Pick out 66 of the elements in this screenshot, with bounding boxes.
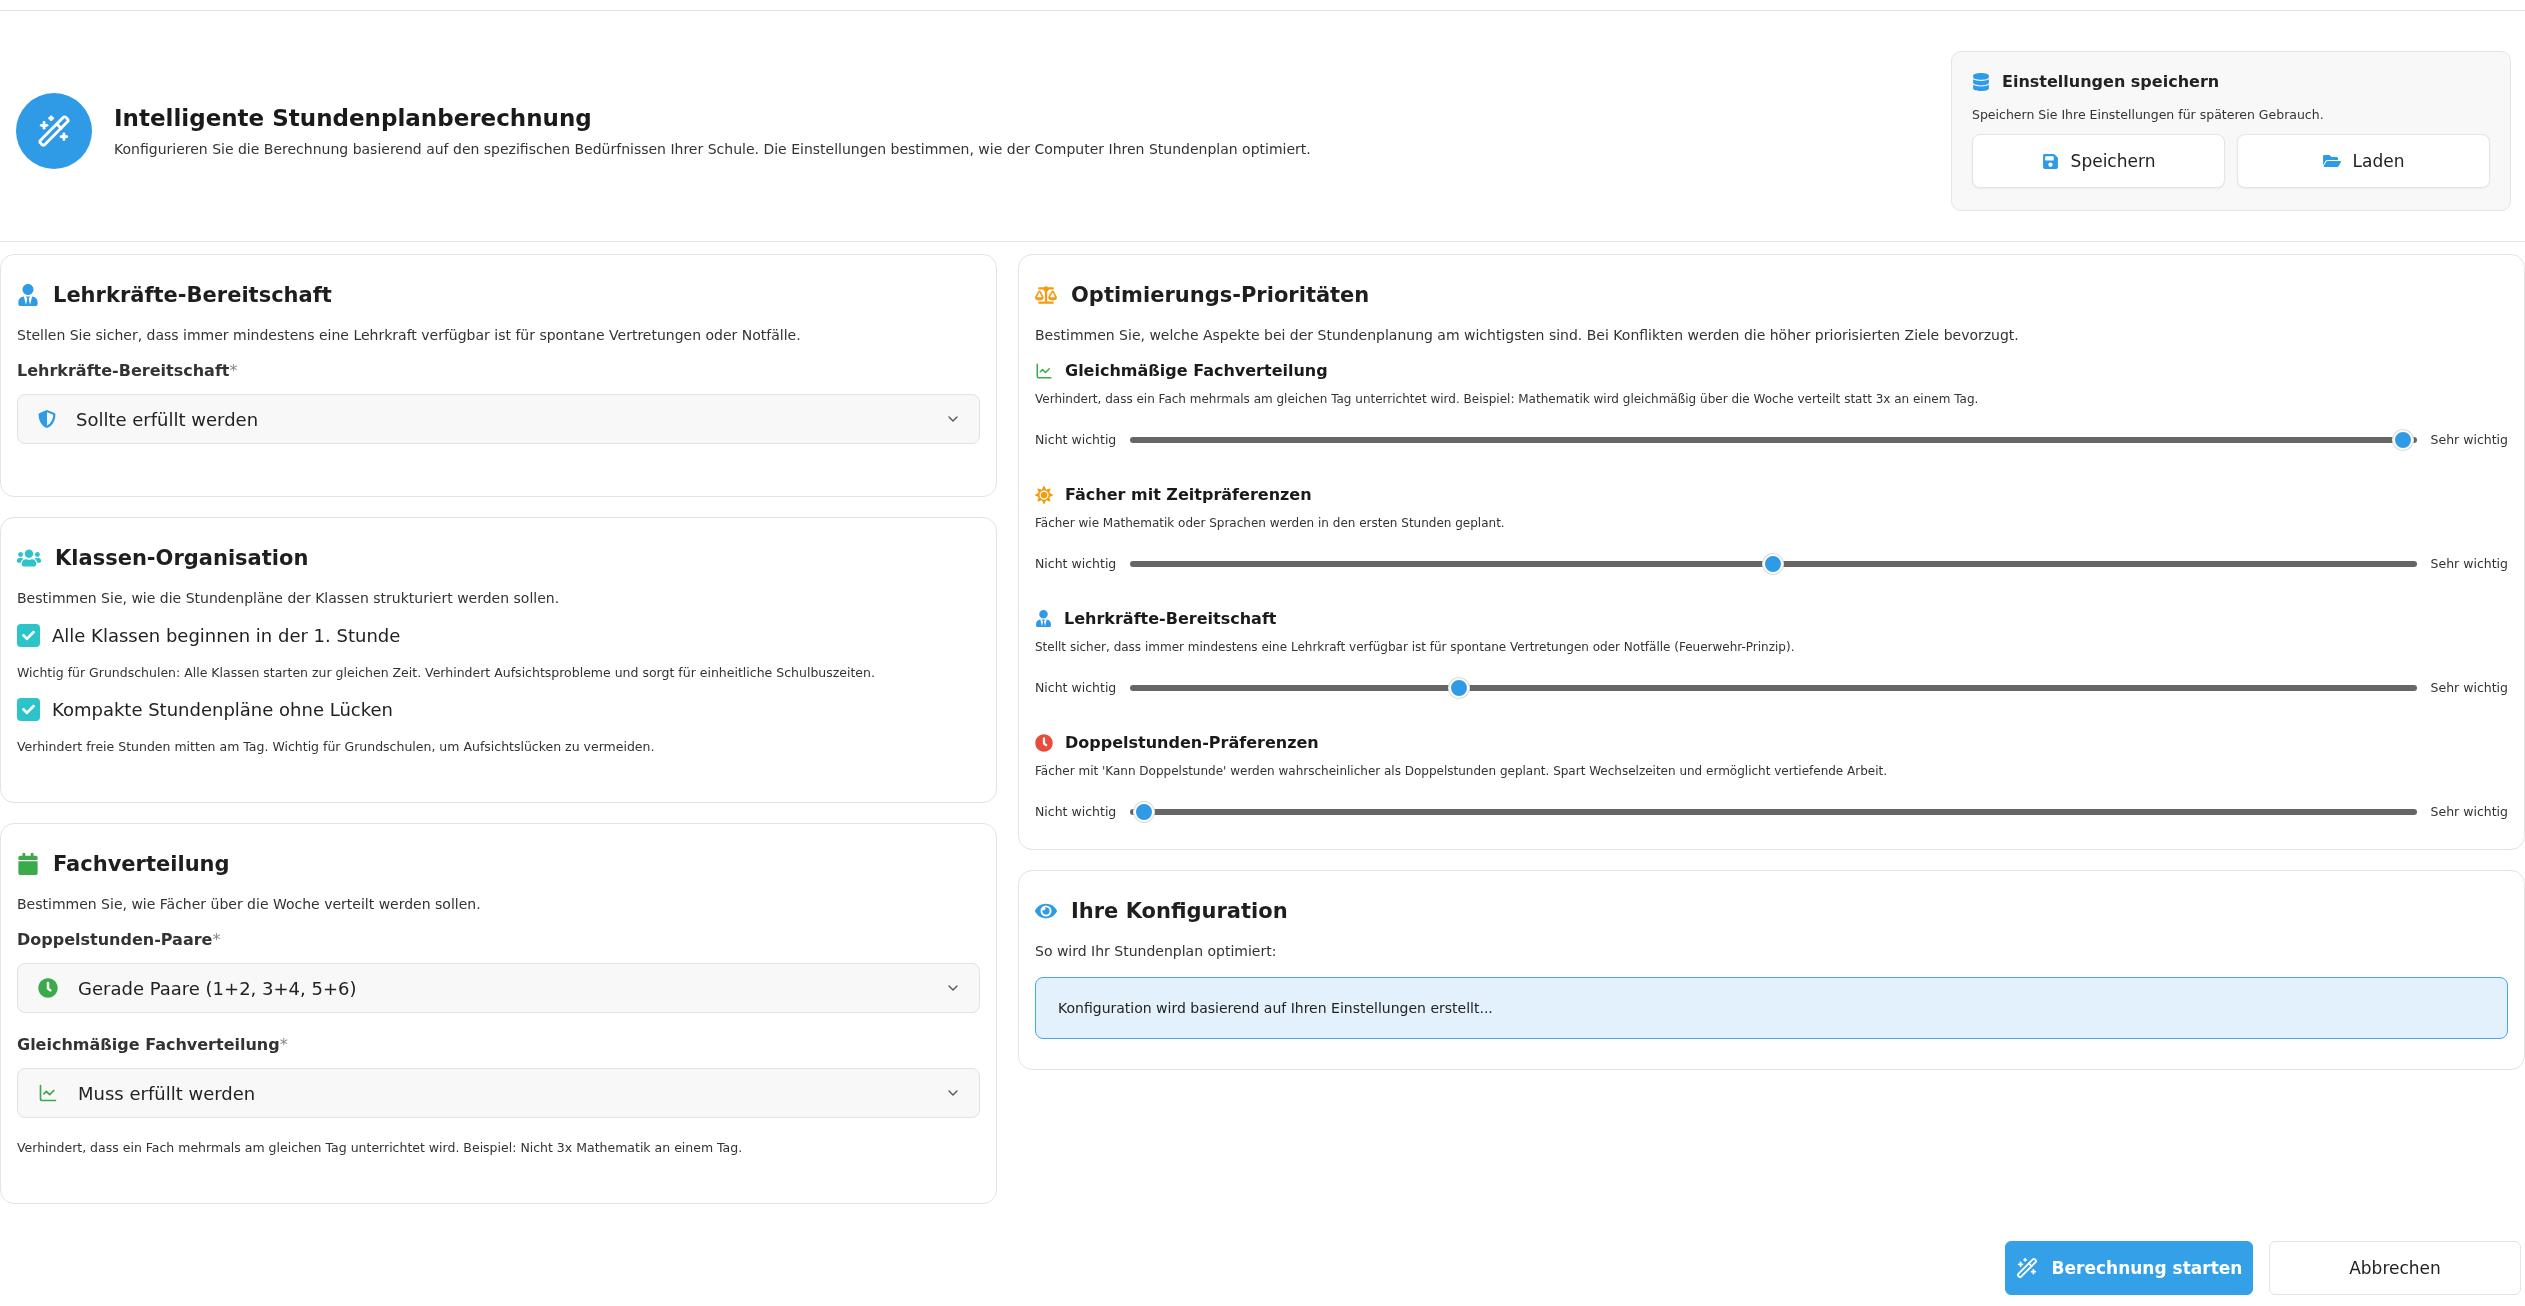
info-message: Konfiguration wird basierend auf Ihren Einstellungen erstellt... [1035, 977, 2508, 1039]
slider-min-label: Nicht wichtig [1035, 680, 1117, 695]
line-chart-icon [1035, 361, 1053, 380]
field-label: Gleichmäßige Fachverteilung* [17, 1035, 289, 1054]
slider-max-label: Sehr wichtig [2430, 804, 2508, 819]
scale-icon [1035, 284, 1057, 306]
card-title: Optimierungs-Prioritäten [1071, 283, 1370, 307]
card-description: Bestimmen Sie, welche Aspekte bei der Stundenplanung am wichtigsten sind. Bei Konflikten werden die höher priorisierten Ziele bevorzugt. [1035, 327, 2020, 343]
page-title: Intelligente Stundenplanberechnung [114, 105, 593, 131]
save-button[interactable]: Speichern [1972, 134, 2225, 188]
field-label: Lehrkräfte-Bereitschaft* [17, 361, 239, 380]
priority-description: Fächer mit 'Kann Doppelstunde' werden wahrscheinlicher als Doppelstunden geplant. Spart Wechselzeiten und ermöglicht vertiefende Arbeit. [1035, 764, 1889, 778]
card-title: Ihre Konfiguration [1071, 899, 1288, 923]
field-hint: Verhindert, dass ein Fach mehrmals am gleichen Tag unterrichtet wird. Beispiel: Nicht 3x Mathematik an einem Tag. [17, 1140, 744, 1155]
sun-icon [1035, 485, 1053, 504]
line-chart-icon [38, 1083, 58, 1103]
card-description: So wird Ihr Stundenplan optimiert: [1035, 943, 1278, 959]
select-field[interactable]: Muss erfüllt werden [17, 1068, 980, 1118]
person-icon [17, 284, 39, 306]
slider-max-label: Sehr wichtig [2430, 432, 2508, 447]
slider-max-label: Sehr wichtig [2430, 556, 2508, 571]
folder-icon [2322, 152, 2341, 170]
priority-description: Stellt sicher, dass immer mindestens eine Lehrkraft verfügbar ist für spontane Vertretungen oder Notfälle (Feuerwehr-Prinzip). [1035, 640, 1796, 654]
select-field[interactable]: Gerade Paare (1+2, 3+4, 5+6) [17, 963, 980, 1013]
wand-icon [2015, 1257, 2038, 1279]
checkbox[interactable] [17, 624, 40, 647]
calendar-icon [17, 853, 39, 875]
card-description: Bestimmen Sie, wie die Stundenpläne der Klassen strukturiert werden sollen. [17, 590, 561, 606]
slider-thumb[interactable] [1134, 801, 1155, 822]
database-icon [1972, 72, 1990, 91]
card-title: Klassen-Organisation [55, 546, 309, 570]
card-title: Lehrkräfte-Bereitschaft [53, 283, 332, 307]
checkbox-label: Alle Klassen beginnen in der 1. Stunde [52, 625, 401, 646]
priority-description: Fächer wie Mathematik oder Sprachen werden in den ersten Stunden geplant. [1035, 516, 1506, 530]
card-title: Fachverteilung [53, 852, 230, 876]
priority-description: Verhindert, dass ein Fach mehrmals am gleichen Tag unterrichtet wird. Beispiel: Mathematik wird gleichmäßig über die Woche verteilt statt 3x an einem Tag. [1035, 392, 1980, 406]
priority-title: Fächer mit Zeitpräferenzen [1065, 485, 1312, 504]
priority-title: Lehrkräfte-Bereitschaft [1064, 609, 1277, 628]
shield-icon [38, 410, 56, 428]
card-description: Stellen Sie sicher, dass immer mindestens eine Lehrkraft verfügbar ist für spontane Vertretungen oder Notfälle. [17, 327, 802, 343]
check-icon [22, 703, 35, 716]
select-field[interactable]: Sollte erfüllt werden [17, 394, 980, 444]
slider-thumb[interactable] [2392, 429, 2413, 450]
slider-min-label: Nicht wichtig [1035, 804, 1117, 819]
option-hint: Wichtig für Grundschulen: Alle Klassen starten zur gleichen Zeit. Verhindert Aufsichtsprobleme und sorgt für einheitliche Schulbuszeiten. [17, 665, 876, 680]
card-description: Bestimmen Sie, wie Fächer über die Woche verteilt werden sollen. [17, 896, 482, 912]
checkbox[interactable] [17, 698, 40, 721]
slider-thumb[interactable] [1763, 553, 1784, 574]
clock-icon [38, 978, 58, 998]
slider-min-label: Nicht wichtig [1035, 556, 1117, 571]
priority-title: Doppelstunden-Präferenzen [1065, 733, 1319, 752]
slider-thumb[interactable] [1448, 677, 1469, 698]
slider-min-label: Nicht wichtig [1035, 432, 1117, 447]
field-label: Doppelstunden-Paare* [17, 930, 222, 949]
priority-title: Gleichmäßige Fachverteilung [1065, 361, 1328, 380]
cancel-button[interactable]: Abbrechen [2269, 1241, 2521, 1295]
checkbox-label: Kompakte Stundenpläne ohne Lücken [52, 699, 393, 720]
person-icon [1035, 610, 1052, 627]
clock-icon [1035, 733, 1053, 752]
page-subtitle: Konfigurieren Sie die Berechnung basierend auf den spezifischen Bedürfnissen Ihrer Schule. Die Einstellungen bestimmen, wie der Computer Ihren Stundenplan optimiert. [114, 141, 1311, 157]
load-button[interactable]: Laden [2237, 134, 2490, 188]
option-hint: Verhindert freie Stunden mitten am Tag. Wichtig für Grundschulen, um Aufsichtslücken zu vermeiden. [17, 739, 656, 754]
check-icon [22, 629, 35, 642]
slider-max-label: Sehr wichtig [2430, 680, 2508, 695]
panel-description: Speichern Sie Ihre Einstellungen für späteren Gebrauch. [1972, 107, 2325, 122]
panel-title: Einstellungen speichern [2002, 72, 2220, 91]
